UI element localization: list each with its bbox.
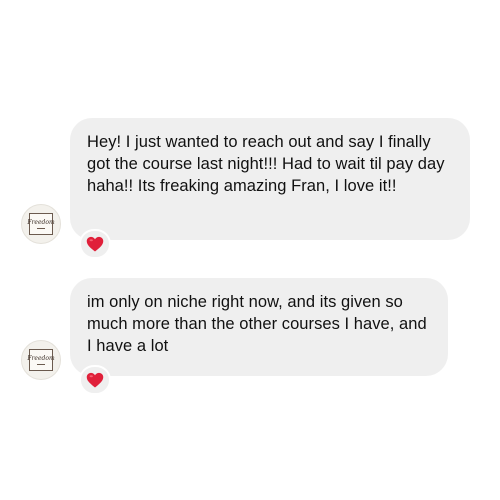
message-text: Hey! I just wanted to reach out and say … <box>87 133 445 195</box>
avatar[interactable]: Freedom <box>21 340 61 380</box>
message-text: im only on niche right now, and its give… <box>87 293 427 355</box>
message-bubble[interactable]: im only on niche right now, and its give… <box>70 278 448 376</box>
heart-icon <box>86 372 104 388</box>
brand-logo-icon: Freedom <box>27 349 55 371</box>
chat-thread: Hey! I just wanted to reach out and say … <box>0 0 500 500</box>
reaction-badge[interactable] <box>79 365 111 395</box>
avatar[interactable]: Freedom <box>21 204 61 244</box>
message-bubble[interactable]: Hey! I just wanted to reach out and say … <box>70 118 470 240</box>
heart-icon <box>86 236 104 252</box>
reaction-badge[interactable] <box>79 229 111 259</box>
brand-logo-icon: Freedom <box>27 213 55 235</box>
logo-text: Freedom <box>27 218 55 226</box>
logo-text: Freedom <box>27 354 55 362</box>
